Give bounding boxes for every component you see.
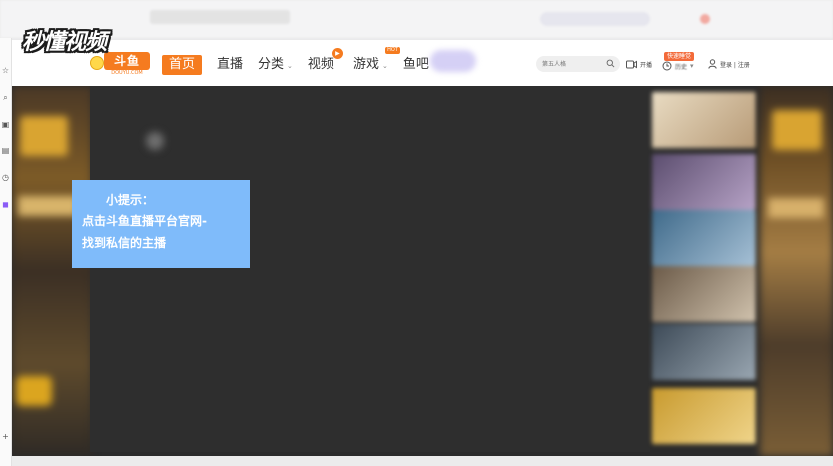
search-box[interactable] (536, 56, 620, 72)
clock-icon[interactable]: ◷ (1, 173, 10, 182)
search-input[interactable] (542, 58, 598, 70)
chevron-down-icon: ⌄ (287, 62, 293, 70)
main-nav: 首页 直播 分类 ⌄ 视频 ▶ 游戏 ⌄ HOT 鱼吧 (162, 47, 444, 75)
logo-subtext: DOUYU.COM (111, 70, 143, 76)
browser-sidebar: ☆ ⌕ ▣ ▤ ◷ ◼ + (0, 38, 12, 466)
watermark-logo: 秒懂视频 (22, 29, 107, 55)
stream-thumbnail[interactable] (652, 324, 756, 380)
fish-mascot-icon (90, 56, 104, 70)
browser-tab[interactable] (150, 10, 290, 24)
add-icon[interactable]: + (1, 432, 10, 441)
tip-overlay: 小提示： 点击斗鱼直播平台官网- 找到私信的主播 (72, 180, 250, 268)
star-icon[interactable]: ☆ (1, 66, 10, 75)
login-register-link[interactable]: 登录 | 注册 (708, 58, 750, 70)
stream-thumbnail[interactable] (652, 266, 756, 322)
user-icon (708, 59, 717, 69)
nav-fishbar[interactable]: 鱼吧 (403, 55, 429, 75)
screen: ☆ ⌕ ▣ ▤ ◷ ◼ + 斗鱼 DOUYU.COM 首页 直播 分类 ⌄ 视频 ▶… (0, 0, 833, 466)
browser-address-chip[interactable] (540, 12, 650, 26)
nav-games[interactable]: 游戏 ⌄ HOT (353, 47, 400, 75)
loading-icon (146, 132, 164, 150)
stream-thumbnail[interactable] (652, 154, 756, 210)
image-icon[interactable]: ▤ (1, 146, 10, 155)
right-game-banner[interactable] (760, 86, 833, 456)
search-icon[interactable] (606, 59, 615, 68)
chevron-down-icon: ⌄ (381, 62, 388, 70)
stream-thumbnail[interactable] (652, 388, 756, 444)
stream-thumbnail[interactable] (652, 92, 756, 148)
tip-line: 找到私信的主播 (82, 236, 167, 250)
play-icon: ▶ (331, 48, 343, 59)
broadcast-button[interactable]: 开播 (626, 58, 652, 70)
nav-live[interactable]: 直播 (217, 55, 243, 75)
nav-video[interactable]: 视频 ▶ (308, 48, 343, 75)
history-button[interactable]: 历史 ▾ (662, 60, 694, 72)
left-game-banner[interactable] (12, 86, 92, 456)
bookmark-icon[interactable]: ▣ (1, 120, 10, 129)
chevron-down-icon: ▾ (690, 62, 694, 70)
promo-blob (430, 50, 476, 72)
bottom-bar (12, 456, 833, 466)
tip-title: 小提示： (106, 193, 155, 207)
video-player[interactable] (90, 86, 650, 452)
stream-thumbnail[interactable] (652, 210, 756, 266)
history-icon (662, 61, 672, 71)
search-icon[interactable]: ⌕ (1, 93, 10, 102)
stream-thumbnail-list (652, 92, 756, 452)
main-content (12, 86, 833, 456)
nav-home[interactable]: 首页 (162, 55, 203, 75)
app-icon[interactable]: ◼ (1, 200, 10, 209)
hot-badge: HOT (385, 47, 400, 54)
nav-category[interactable]: 分类 ⌄ (258, 55, 293, 75)
notification-dot (700, 14, 710, 24)
tip-line: 点击斗鱼直播平台官网- (82, 214, 207, 228)
camera-icon (626, 60, 637, 68)
